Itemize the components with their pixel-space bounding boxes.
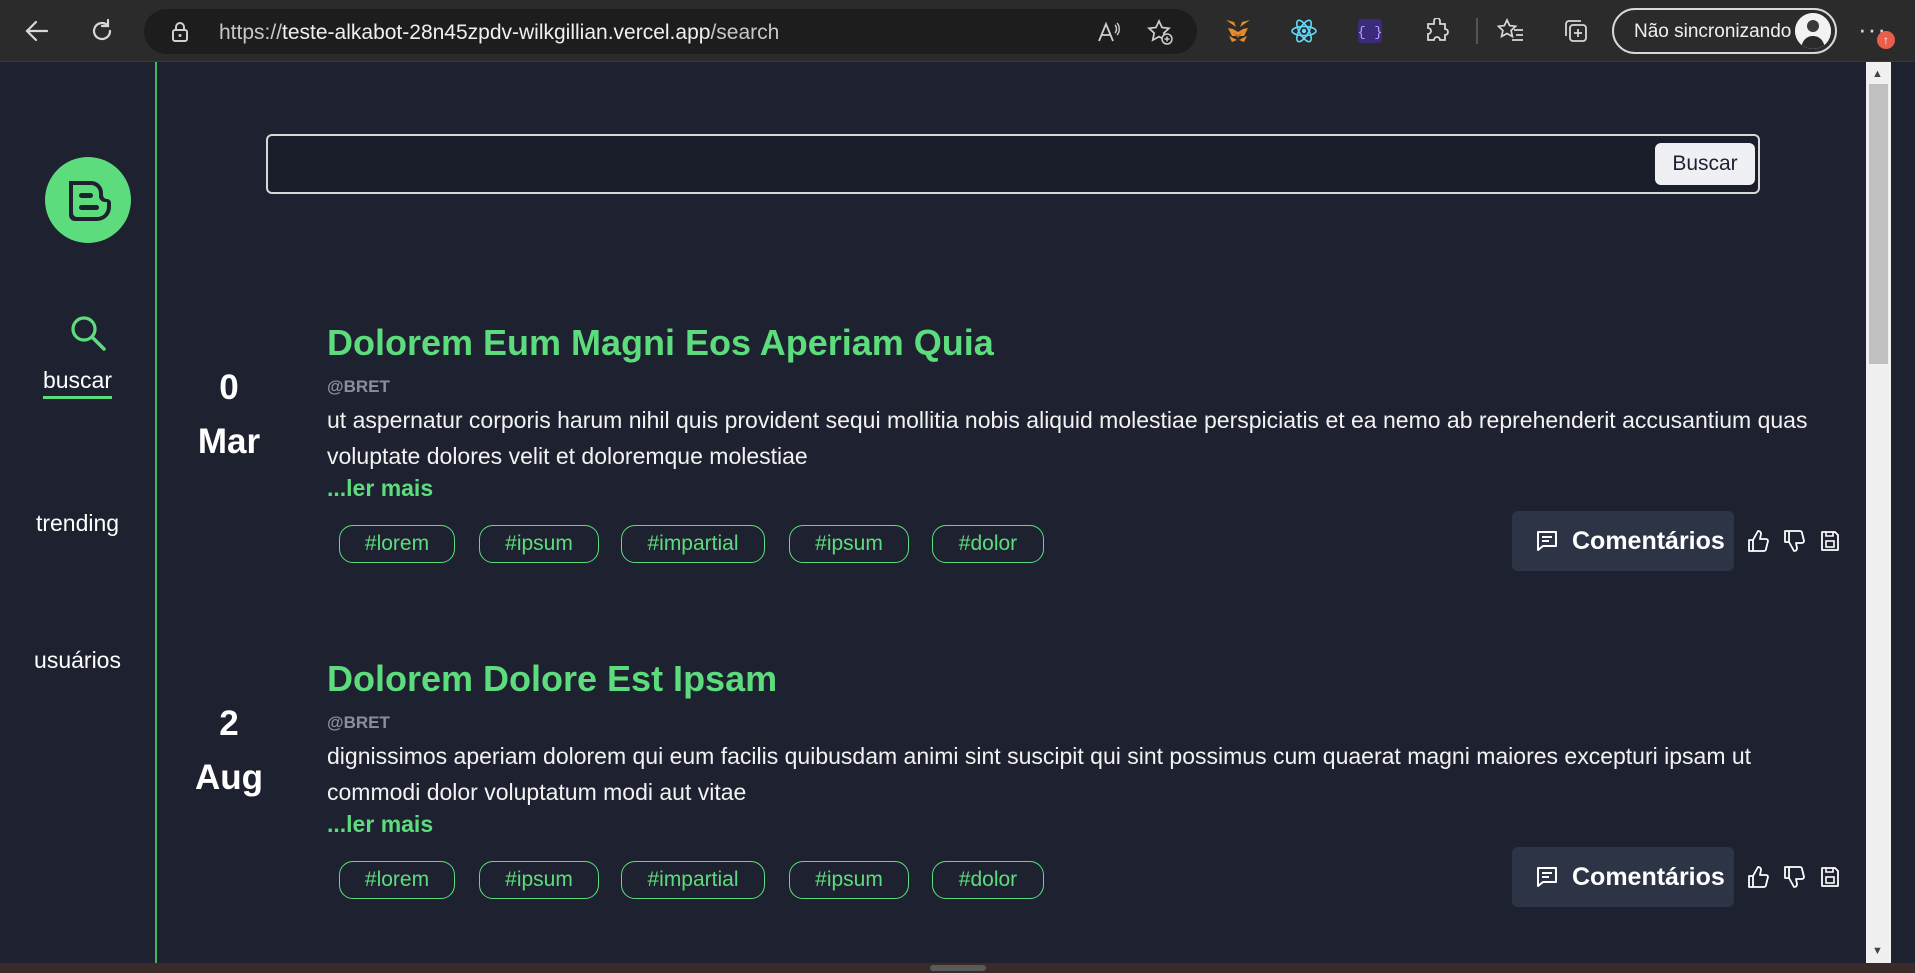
url-host: teste-alkabot-28n45zpdv-wilkgillian.verc… <box>282 21 711 44</box>
search-bar: Buscar <box>266 134 1760 194</box>
sidebar-item-label: usuários <box>34 647 121 673</box>
post-card: 2 Aug Dolorem Dolore Est Ipsam @BRET dig… <box>159 658 1865 958</box>
address-bar[interactable]: https://teste-alkabot-28n45zpdv-wilkgill… <box>144 9 1197 54</box>
url-text[interactable]: https://teste-alkabot-28n45zpdv-wilkgill… <box>219 21 779 45</box>
tag-chip[interactable]: #impartial <box>621 861 765 899</box>
post-day: 2 <box>219 704 239 743</box>
tag-chip[interactable]: #dolor <box>932 861 1044 899</box>
main-content: Buscar 0 Mar Dolorem Eum Magni Eos Aperi… <box>159 62 1865 963</box>
post-month: Mar <box>197 422 261 461</box>
url-path: /search <box>710 21 780 44</box>
post-body: ut aspernatur corporis harum nihil quis … <box>327 407 1808 469</box>
scroll-down-arrow-icon[interactable]: ▼ <box>1872 945 1883 957</box>
comments-label: Comentários <box>1572 527 1725 555</box>
react-devtools-icon[interactable] <box>1290 17 1318 45</box>
tag-chip[interactable]: #dolor <box>932 525 1044 563</box>
avatar <box>1795 13 1831 49</box>
metamask-extension-icon[interactable] <box>1224 17 1252 45</box>
add-favorite-icon[interactable] <box>1147 19 1173 45</box>
browser-toolbar: https://teste-alkabot-28n45zpdv-wilkgill… <box>0 0 1915 62</box>
sidebar-item-label: trending <box>35 510 120 536</box>
save-icon[interactable] <box>1819 865 1841 889</box>
sidebar-item-usuarios[interactable]: usuários <box>0 647 155 674</box>
extensions-puzzle-icon[interactable] <box>1423 17 1451 45</box>
collections-icon[interactable] <box>1562 17 1590 45</box>
search-input[interactable] <box>280 148 1580 182</box>
tag-chip[interactable]: #lorem <box>339 525 455 563</box>
read-more-link[interactable]: ...ler mais <box>327 811 433 838</box>
tag-chip[interactable]: #lorem <box>339 861 455 899</box>
sidebar: buscar trending usuários <box>0 62 157 963</box>
post-day: 0 <box>219 368 239 407</box>
read-aloud-icon[interactable] <box>1096 19 1122 45</box>
read-more-link[interactable]: ...ler mais <box>327 475 433 502</box>
tag-chip[interactable]: #ipsum <box>479 525 599 563</box>
profile-sync-button[interactable]: Não sincronizando <box>1612 8 1837 54</box>
post-month: Aug <box>194 758 264 797</box>
tag-chip[interactable]: #ipsum <box>789 525 909 563</box>
post-author[interactable]: @BRET <box>327 713 390 733</box>
arrow-left-icon <box>25 20 49 42</box>
back-button[interactable] <box>17 11 57 51</box>
post-title[interactable]: Dolorem Eum Magni Eos Aperiam Quia <box>327 322 994 364</box>
favorites-icon[interactable] <box>1497 17 1525 45</box>
reload-icon <box>92 18 112 41</box>
sync-label: Não sincronizando <box>1634 21 1792 42</box>
tag-chip[interactable]: #ipsum <box>789 861 909 899</box>
url-scheme: https:// <box>219 21 283 44</box>
bottom-edge <box>0 963 1915 973</box>
save-icon[interactable] <box>1819 529 1841 553</box>
comment-icon <box>1537 531 1557 551</box>
svg-text:{ }: { } <box>1357 25 1382 41</box>
comment-icon <box>1537 867 1557 887</box>
tag-chip[interactable]: #ipsum <box>479 861 599 899</box>
lock-icon[interactable] <box>170 21 190 43</box>
update-badge: ↑ <box>1877 31 1895 49</box>
comments-label: Comentários <box>1572 863 1725 891</box>
post-title[interactable]: Dolorem Dolore Est Ipsam <box>327 658 777 700</box>
thumbs-up-icon[interactable] <box>1747 865 1769 889</box>
post-body: dignissimos aperiam dolorem qui eum faci… <box>327 743 1752 805</box>
vertical-scrollbar[interactable]: ▲ ▼ <box>1866 62 1891 963</box>
sidebar-item-buscar[interactable]: buscar <box>0 367 155 399</box>
thumbs-down-icon[interactable] <box>1783 865 1805 889</box>
scrollbar-thumb[interactable] <box>1869 84 1888 364</box>
reload-button[interactable] <box>82 11 122 51</box>
tag-chip[interactable]: #impartial <box>621 525 765 563</box>
blogger-logo-icon[interactable] <box>45 157 131 243</box>
comments-button[interactable]: Comentários <box>1512 511 1734 571</box>
thumbs-up-icon[interactable] <box>1747 529 1769 553</box>
post-author[interactable]: @BRET <box>327 377 390 397</box>
resize-handle[interactable] <box>930 965 986 971</box>
comments-button[interactable]: Comentários <box>1512 847 1734 907</box>
thumbs-down-icon[interactable] <box>1783 529 1805 553</box>
toolbar-divider <box>1476 18 1478 44</box>
search-icon[interactable] <box>69 314 107 352</box>
sidebar-item-label: buscar <box>42 367 113 399</box>
sidebar-item-trending[interactable]: trending <box>0 510 155 537</box>
post-card: 0 Mar Dolorem Eum Magni Eos Aperiam Quia… <box>159 322 1865 622</box>
scroll-up-arrow-icon[interactable]: ▲ <box>1872 68 1883 80</box>
json-viewer-icon[interactable]: { } <box>1356 17 1384 45</box>
search-button[interactable]: Buscar <box>1655 143 1755 185</box>
